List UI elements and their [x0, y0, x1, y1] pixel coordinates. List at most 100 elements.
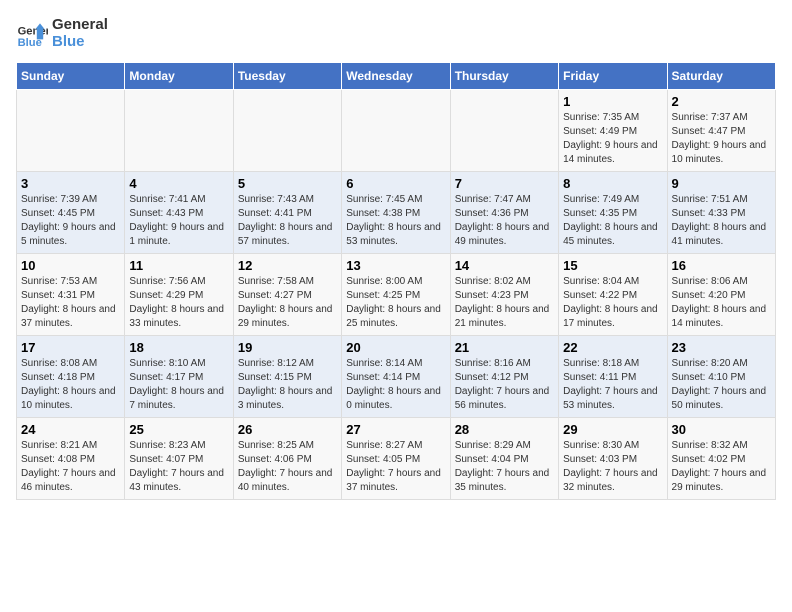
day-number: 30: [672, 422, 771, 437]
day-info: Sunrise: 7:43 AM Sunset: 4:41 PM Dayligh…: [238, 193, 337, 249]
day-number: 6: [346, 176, 445, 191]
day-info: Sunrise: 7:49 AM Sunset: 4:35 PM Dayligh…: [563, 193, 662, 249]
calendar-cell: 14 Sunrise: 8:02 AM Sunset: 4:23 PM Dayli…: [450, 254, 558, 336]
calendar-cell: 25Sunrise: 8:23 AM Sunset: 4:07 PM Dayli…: [125, 418, 233, 500]
day-number: 15: [563, 258, 662, 273]
day-header-tuesday: Tuesday: [233, 63, 341, 90]
calendar-cell: 27Sunrise: 8:27 AM Sunset: 4:05 PM Dayli…: [342, 418, 450, 500]
calendar-cell: 5 Sunrise: 7:43 AM Sunset: 4:41 PM Daylig…: [233, 172, 341, 254]
calendar-cell: [342, 90, 450, 172]
day-info: Sunrise: 8:32 AM Sunset: 4:02 PM Dayligh…: [672, 439, 771, 495]
day-info: Sunrise: 8:20 AM Sunset: 4:10 PM Dayligh…: [672, 357, 771, 413]
svg-text:General: General: [18, 26, 48, 38]
day-number: 22: [563, 340, 662, 355]
calendar-cell: 29 Sunrise: 8:30 AM Sunset: 4:03 PM Dayli…: [559, 418, 667, 500]
calendar-cell: 30 Sunrise: 8:32 AM Sunset: 4:02 PM Dayli…: [667, 418, 775, 500]
day-number: 29: [563, 422, 662, 437]
calendar-cell: [233, 90, 341, 172]
day-number: 26: [238, 422, 337, 437]
logo-icon: General Blue: [16, 17, 48, 49]
day-header-thursday: Thursday: [450, 63, 558, 90]
calendar-cell: 12 Sunrise: 7:58 AM Sunset: 4:27 PM Dayli…: [233, 254, 341, 336]
day-number: 24: [21, 422, 120, 437]
day-number: 20: [346, 340, 445, 355]
day-number: 18: [129, 340, 228, 355]
calendar-cell: 19 Sunrise: 8:12 AM Sunset: 4:15 PM Dayli…: [233, 336, 341, 418]
day-number: 9: [672, 176, 771, 191]
calendar-cell: 9 Sunrise: 7:51 AM Sunset: 4:33 PM Daylig…: [667, 172, 775, 254]
calendar-cell: 6 Sunrise: 7:45 AM Sunset: 4:38 PM Daylig…: [342, 172, 450, 254]
day-number: 16: [672, 258, 771, 273]
calendar-cell: 13 Sunrise: 8:00 AM Sunset: 4:25 PM Dayli…: [342, 254, 450, 336]
day-info: Sunrise: 7:47 AM Sunset: 4:36 PM Dayligh…: [455, 193, 554, 249]
day-info: Sunrise: 7:53 AM Sunset: 4:31 PM Dayligh…: [21, 275, 120, 331]
day-number: 2: [672, 94, 771, 109]
day-header-sunday: Sunday: [17, 63, 125, 90]
day-info: Sunrise: 8:25 AM Sunset: 4:06 PM Dayligh…: [238, 439, 337, 495]
calendar-cell: 10 Sunrise: 7:53 AM Sunset: 4:31 PM Dayli…: [17, 254, 125, 336]
calendar-cell: 28 Sunrise: 8:29 AM Sunset: 4:04 PM Dayli…: [450, 418, 558, 500]
day-info: Sunrise: 7:41 AM Sunset: 4:43 PM Dayligh…: [129, 193, 228, 249]
day-number: 8: [563, 176, 662, 191]
day-info: Sunrise: 7:51 AM Sunset: 4:33 PM Dayligh…: [672, 193, 771, 249]
day-header-saturday: Saturday: [667, 63, 775, 90]
day-info: Sunrise: 8:18 AM Sunset: 4:11 PM Dayligh…: [563, 357, 662, 413]
day-header-monday: Monday: [125, 63, 233, 90]
calendar-cell: 22 Sunrise: 8:18 AM Sunset: 4:11 PM Dayli…: [559, 336, 667, 418]
calendar-cell: 24 Sunrise: 8:21 AM Sunset: 4:08 PM Dayli…: [17, 418, 125, 500]
calendar-cell: 16 Sunrise: 8:06 AM Sunset: 4:20 PM Dayli…: [667, 254, 775, 336]
day-number: 11: [129, 258, 228, 273]
day-info: Sunrise: 8:16 AM Sunset: 4:12 PM Dayligh…: [455, 357, 554, 413]
day-info: Sunrise: 8:29 AM Sunset: 4:04 PM Dayligh…: [455, 439, 554, 495]
calendar-cell: [17, 90, 125, 172]
day-number: 7: [455, 176, 554, 191]
calendar-cell: 4 Sunrise: 7:41 AM Sunset: 4:43 PM Daylig…: [125, 172, 233, 254]
calendar-cell: 26 Sunrise: 8:25 AM Sunset: 4:06 PM Dayli…: [233, 418, 341, 500]
day-info: Sunrise: 7:45 AM Sunset: 4:38 PM Dayligh…: [346, 193, 445, 249]
day-number: 5: [238, 176, 337, 191]
day-info: Sunrise: 8:04 AM Sunset: 4:22 PM Dayligh…: [563, 275, 662, 331]
day-number: 14: [455, 258, 554, 273]
day-number: 21: [455, 340, 554, 355]
day-info: Sunrise: 8:27 AM Sunset: 4:05 PM Dayligh…: [346, 439, 445, 495]
day-info: Sunrise: 7:58 AM Sunset: 4:27 PM Dayligh…: [238, 275, 337, 331]
page-header: General Blue General Blue: [16, 16, 776, 50]
calendar-cell: 11Sunrise: 7:56 AM Sunset: 4:29 PM Dayli…: [125, 254, 233, 336]
day-number: 4: [129, 176, 228, 191]
day-info: Sunrise: 8:30 AM Sunset: 4:03 PM Dayligh…: [563, 439, 662, 495]
calendar-cell: 3Sunrise: 7:39 AM Sunset: 4:45 PM Daylig…: [17, 172, 125, 254]
calendar-cell: 23 Sunrise: 8:20 AM Sunset: 4:10 PM Dayli…: [667, 336, 775, 418]
day-number: 17: [21, 340, 120, 355]
calendar-cell: 21 Sunrise: 8:16 AM Sunset: 4:12 PM Dayli…: [450, 336, 558, 418]
day-header-wednesday: Wednesday: [342, 63, 450, 90]
day-info: Sunrise: 8:10 AM Sunset: 4:17 PM Dayligh…: [129, 357, 228, 413]
calendar-cell: 15 Sunrise: 8:04 AM Sunset: 4:22 PM Dayli…: [559, 254, 667, 336]
day-info: Sunrise: 8:08 AM Sunset: 4:18 PM Dayligh…: [21, 357, 120, 413]
day-number: 1: [563, 94, 662, 109]
calendar-cell: 1 Sunrise: 7:35 AM Sunset: 4:49 PM Daylig…: [559, 90, 667, 172]
calendar-cell: 7 Sunrise: 7:47 AM Sunset: 4:36 PM Daylig…: [450, 172, 558, 254]
day-info: Sunrise: 7:37 AM Sunset: 4:47 PM Dayligh…: [672, 111, 771, 167]
day-number: 10: [21, 258, 120, 273]
day-number: 12: [238, 258, 337, 273]
day-info: Sunrise: 8:21 AM Sunset: 4:08 PM Dayligh…: [21, 439, 120, 495]
logo: General Blue General Blue: [16, 16, 108, 50]
day-number: 23: [672, 340, 771, 355]
day-info: Sunrise: 7:39 AM Sunset: 4:45 PM Dayligh…: [21, 193, 120, 249]
day-info: Sunrise: 8:06 AM Sunset: 4:20 PM Dayligh…: [672, 275, 771, 331]
day-number: 19: [238, 340, 337, 355]
day-info: Sunrise: 8:12 AM Sunset: 4:15 PM Dayligh…: [238, 357, 337, 413]
day-info: Sunrise: 7:35 AM Sunset: 4:49 PM Dayligh…: [563, 111, 662, 167]
day-number: 13: [346, 258, 445, 273]
day-info: Sunrise: 8:00 AM Sunset: 4:25 PM Dayligh…: [346, 275, 445, 331]
calendar-cell: 18 Sunrise: 8:10 AM Sunset: 4:17 PM Dayli…: [125, 336, 233, 418]
day-info: Sunrise: 8:14 AM Sunset: 4:14 PM Dayligh…: [346, 357, 445, 413]
calendar-cell: 20 Sunrise: 8:14 AM Sunset: 4:14 PM Dayli…: [342, 336, 450, 418]
day-header-friday: Friday: [559, 63, 667, 90]
calendar-cell: 2 Sunrise: 7:37 AM Sunset: 4:47 PM Daylig…: [667, 90, 775, 172]
day-number: 25: [129, 422, 228, 437]
calendar-cell: [450, 90, 558, 172]
day-number: 28: [455, 422, 554, 437]
day-info: Sunrise: 8:02 AM Sunset: 4:23 PM Dayligh…: [455, 275, 554, 331]
calendar-cell: 8 Sunrise: 7:49 AM Sunset: 4:35 PM Daylig…: [559, 172, 667, 254]
